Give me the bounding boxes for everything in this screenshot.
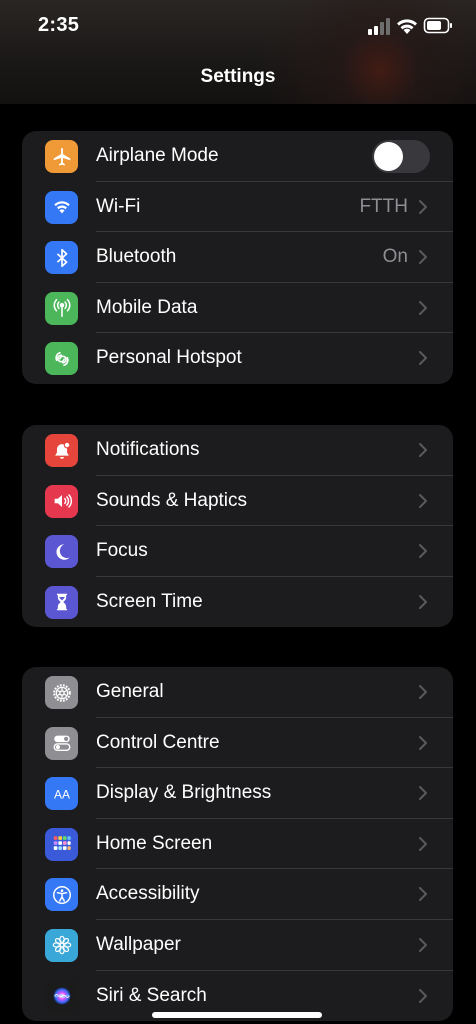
settings-row-screen-time[interactable]: Screen Time xyxy=(22,577,453,628)
antenna-icon xyxy=(45,291,78,325)
hourglass-icon xyxy=(45,585,78,619)
wifi-status-icon xyxy=(397,19,417,34)
settings-group: General Control Centre AA Display & Brightn… xyxy=(22,667,453,1022)
chevron-right-icon xyxy=(419,937,427,952)
bluetooth-icon xyxy=(45,241,78,275)
speaker-icon xyxy=(45,484,78,518)
row-label: Notifications xyxy=(96,439,200,460)
chevron-right-icon xyxy=(419,199,427,214)
row-label: Siri & Search xyxy=(96,984,207,1006)
siri-icon xyxy=(45,979,78,1013)
chevron-right-icon xyxy=(419,887,427,902)
status-icons xyxy=(368,17,452,35)
row-value: FTTH xyxy=(359,195,408,217)
row-label: Wallpaper xyxy=(96,933,181,955)
notifications-icon xyxy=(45,434,78,467)
chevron-right-icon xyxy=(419,988,427,1003)
settings-row-mobile-data[interactable]: Mobile Data xyxy=(22,283,453,334)
settings-row-accessibility[interactable]: Accessibility xyxy=(22,869,453,920)
airplane-icon xyxy=(45,140,78,173)
settings-row-focus[interactable]: Focus xyxy=(22,526,453,577)
switches-icon xyxy=(45,726,78,760)
settings-row-display-and-brightness[interactable]: AA Display & Brightness xyxy=(22,768,453,819)
moon-icon xyxy=(45,535,78,569)
chevron-right-icon xyxy=(419,836,427,851)
status-time: 2:35 xyxy=(38,14,80,36)
status-and-nav-bar: 2:35 Settings xyxy=(0,0,476,104)
page-title: Settings xyxy=(200,66,276,87)
chevron-right-icon xyxy=(419,300,427,315)
chevron-right-icon xyxy=(419,685,427,699)
settings-row-sounds-and-haptics[interactable]: Sounds & Haptics xyxy=(22,476,453,527)
row-label: General xyxy=(96,681,164,702)
settings-row-control-centre[interactable]: Control Centre xyxy=(22,718,453,769)
row-label: Personal Hotspot xyxy=(96,347,242,369)
row-label: Bluetooth xyxy=(96,246,177,268)
row-label: Wi-Fi xyxy=(96,195,141,217)
flower-icon xyxy=(45,928,78,962)
settings-row-airplane-mode[interactable]: Airplane Mode xyxy=(22,131,453,182)
cellular-signal-icon xyxy=(368,18,390,35)
chevron-right-icon xyxy=(419,594,427,609)
settings-row-home-screen[interactable]: Home Screen xyxy=(22,819,453,870)
settings-row-notifications[interactable]: Notifications xyxy=(22,425,453,476)
chevron-right-icon xyxy=(419,443,427,457)
svg-text:AA: AA xyxy=(54,787,70,801)
row-label: Accessibility xyxy=(96,883,200,905)
text-size-icon: AA xyxy=(45,777,78,811)
settings-group: Notifications Sounds & Haptics Focus Screen… xyxy=(22,425,453,628)
chevron-right-icon xyxy=(419,351,427,366)
hotspot-icon xyxy=(45,342,78,376)
accessibility-icon xyxy=(45,878,78,912)
settings-row-personal-hotspot[interactable]: Personal Hotspot xyxy=(22,333,453,384)
row-label: Screen Time xyxy=(96,590,203,612)
chevron-right-icon xyxy=(419,735,427,750)
row-value: On xyxy=(382,246,408,268)
settings-group: Airplane Mode Wi-Fi FTTH Bluetooth On Mobile … xyxy=(22,131,453,384)
battery-icon xyxy=(423,17,452,34)
chevron-right-icon xyxy=(419,493,427,508)
settings-row-general[interactable]: General xyxy=(22,667,453,718)
home-indicator[interactable] xyxy=(152,1012,322,1018)
chevron-right-icon xyxy=(419,786,427,801)
gear-icon xyxy=(45,676,78,709)
row-label: Display & Brightness xyxy=(96,782,272,804)
airplane-mode-toggle[interactable] xyxy=(372,140,430,173)
row-label: Focus xyxy=(96,540,148,562)
row-label: Control Centre xyxy=(96,731,220,753)
row-label: Airplane Mode xyxy=(96,145,219,166)
row-label: Sounds & Haptics xyxy=(96,489,248,511)
chevron-right-icon xyxy=(419,544,427,559)
settings-row-wallpaper[interactable]: Wallpaper xyxy=(22,920,453,971)
row-label: Mobile Data xyxy=(96,296,198,318)
wifi-icon xyxy=(45,190,78,224)
row-label: Home Screen xyxy=(96,832,213,854)
settings-row-wi-fi[interactable]: Wi-Fi FTTH xyxy=(22,182,453,233)
chevron-right-icon xyxy=(419,250,427,265)
toggle-knob xyxy=(374,142,403,171)
app-grid-icon xyxy=(45,827,78,861)
settings-row-bluetooth[interactable]: Bluetooth On xyxy=(22,232,453,283)
